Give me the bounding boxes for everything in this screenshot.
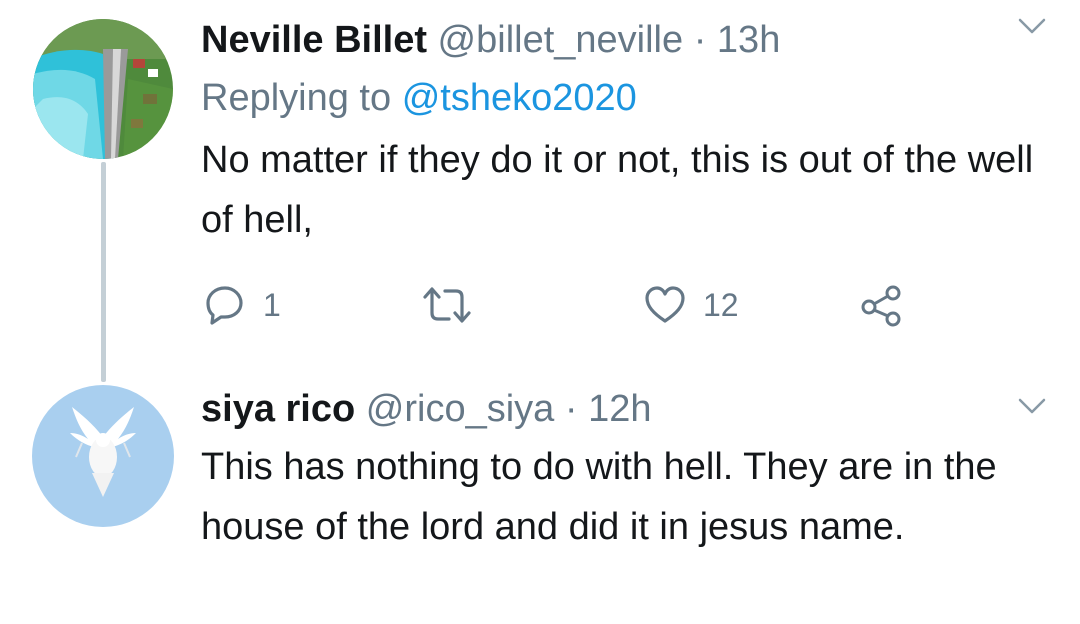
avatar[interactable]	[33, 19, 173, 159]
avatar[interactable]	[32, 385, 174, 527]
heart-icon	[645, 286, 685, 323]
tweet-content: Neville Billet @billet_neville · 13h Rep…	[201, 14, 1040, 250]
tweet-text: This has nothing to do with hell. They a…	[201, 446, 997, 548]
separator-dot: ·	[564, 388, 578, 430]
author-handle[interactable]: @rico_siya	[366, 388, 555, 430]
tweet-header: Neville Billet @billet_neville · 13h	[201, 14, 1040, 66]
tweet-content: siya rico @rico_siya · 12h This has noth…	[201, 383, 1040, 557]
reply-button[interactable]: 1	[203, 282, 281, 328]
like-count: 12	[703, 286, 739, 323]
like-button[interactable]: 12	[643, 282, 739, 328]
share-button[interactable]	[859, 282, 903, 328]
replying-to-line: Replying to @tsheko2020	[201, 72, 1040, 124]
chevron-down-icon[interactable]	[1014, 388, 1050, 424]
tweet-neville[interactable]: Neville Billet @billet_neville · 13h Rep…	[0, 0, 1080, 382]
tweet-thread: Neville Billet @billet_neville · 13h Rep…	[0, 0, 1080, 624]
chevron-down-icon[interactable]	[1014, 8, 1050, 44]
reply-icon	[206, 286, 243, 325]
thread-connector-line	[101, 162, 106, 382]
author-name[interactable]: siya rico	[201, 388, 355, 430]
author-handle[interactable]: @billet_neville	[438, 19, 684, 61]
tweet-timestamp[interactable]: 13h	[717, 19, 780, 61]
tweet-actions: 1 12	[203, 282, 923, 332]
retweet-icon	[423, 287, 471, 323]
author-name[interactable]: Neville Billet	[201, 19, 427, 61]
tweet-siya[interactable]: siya rico @rico_siya · 12h This has noth…	[0, 380, 1080, 624]
separator-dot: ·	[693, 19, 707, 61]
share-icon	[861, 285, 901, 327]
lake-landscape-avatar-icon	[33, 19, 173, 159]
tweet-header: siya rico @rico_siya · 12h	[201, 383, 1040, 435]
tweet-timestamp[interactable]: 12h	[588, 388, 651, 430]
retweet-button[interactable]	[421, 282, 473, 328]
tweet-text: No matter if they do it or not, this is …	[201, 139, 1034, 241]
white-dove-avatar-icon	[32, 385, 174, 527]
replying-to-label: Replying to	[201, 77, 392, 119]
reply-count: 1	[263, 286, 281, 323]
replying-to-mention[interactable]: @tsheko2020	[402, 77, 637, 119]
